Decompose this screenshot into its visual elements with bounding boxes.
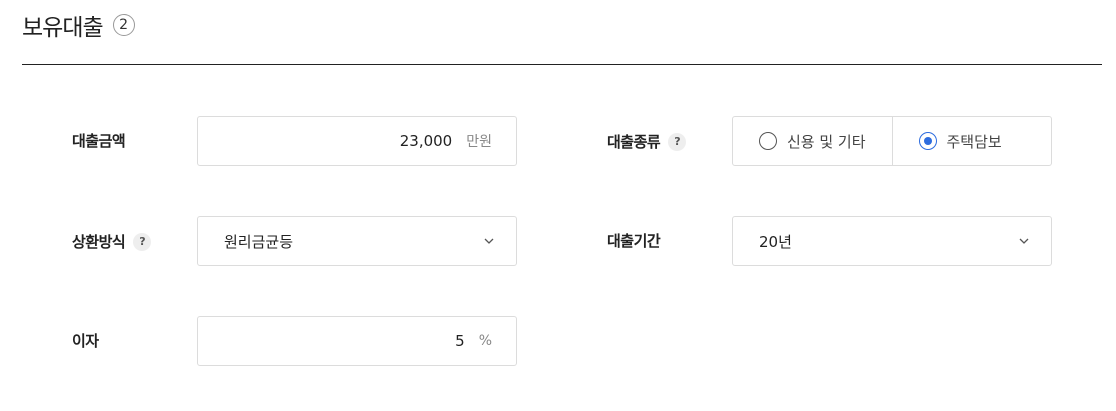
question-icon[interactable]: ? (133, 232, 152, 251)
loan-amount-field[interactable]: 23,000 만원 (197, 116, 517, 166)
chevron-down-icon (1019, 238, 1029, 244)
loan-type-label-text: 대출종류 (607, 133, 661, 151)
radio-unchecked-icon[interactable] (759, 132, 777, 150)
loan-type-option-mortgage[interactable]: 주택담보 (891, 117, 1052, 165)
loan-amount-label-text: 대출금액 (72, 132, 126, 150)
repayment-label: 상환방식 ? (72, 231, 152, 252)
loan-period-label: 대출기간 (607, 230, 661, 251)
repayment-label-text: 상환방식 (72, 233, 126, 251)
loan-type-option-credit[interactable]: 신용 및 기타 (733, 117, 892, 165)
loan-amount-value: 23,000 (399, 132, 453, 150)
interest-field[interactable]: 5 % (197, 316, 517, 366)
interest-unit: % (478, 333, 492, 349)
chevron-down-icon (484, 238, 494, 244)
header-divider (22, 64, 1102, 65)
loan-type-label: 대출종류 ? (607, 131, 687, 152)
interest-label-text: 이자 (72, 332, 99, 350)
loan-type-radio-group: 신용 및 기타 주택담보 (732, 116, 1052, 166)
loan-type-option-label: 주택담보 (946, 132, 1002, 151)
question-icon[interactable]: ? (668, 132, 687, 151)
loan-amount-label: 대출금액 (72, 130, 126, 151)
loan-amount-unit: 만원 (466, 134, 492, 150)
repayment-select[interactable]: 원리금균등 (197, 216, 517, 266)
loan-period-value: 20년 (759, 232, 792, 251)
radio-checked-icon[interactable] (918, 132, 937, 150)
loan-count-badge: 2 (112, 14, 135, 36)
repayment-value: 원리금균등 (224, 232, 294, 251)
section-header: 보유대출 2 (22, 8, 135, 42)
interest-value: 5 (455, 332, 465, 350)
section-title: 보유대출 (22, 15, 104, 41)
loan-type-option-label: 신용 및 기타 (787, 132, 866, 151)
loan-period-select[interactable]: 20년 (732, 216, 1052, 266)
interest-label: 이자 (72, 330, 99, 351)
loan-period-label-text: 대출기간 (607, 232, 661, 250)
